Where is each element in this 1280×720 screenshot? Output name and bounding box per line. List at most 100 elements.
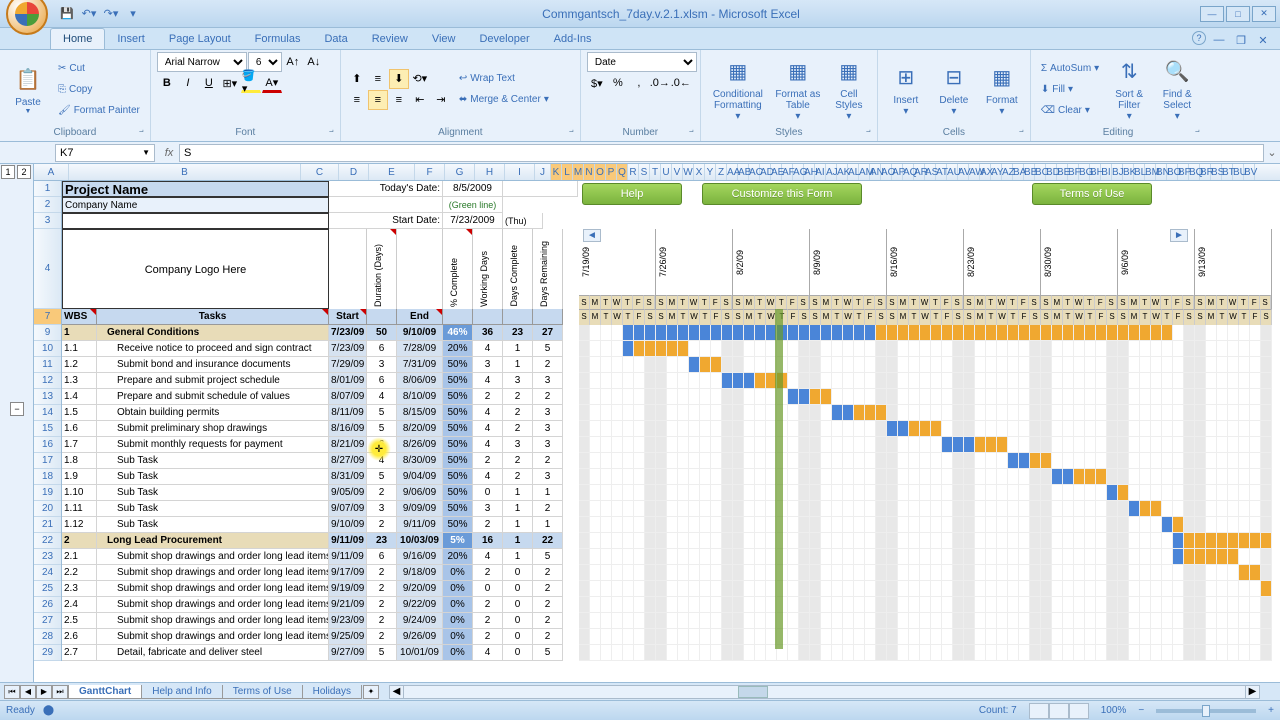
outline-level-2[interactable]: 2: [17, 165, 31, 179]
table-row[interactable]: 2.3 Submit shop drawings and order long …: [62, 581, 1280, 597]
macro-record-icon[interactable]: ⬤: [43, 705, 54, 716]
row-header-15[interactable]: 15: [34, 421, 61, 437]
format-painter-button[interactable]: 🖌Format Painter: [54, 100, 144, 120]
wrap-text-button[interactable]: ↩Wrap Text: [455, 69, 553, 89]
table-row[interactable]: 2.5 Submit shop drawings and order long …: [62, 613, 1280, 629]
sheet-tab-holidays[interactable]: Holidays: [302, 685, 362, 699]
logo-placeholder[interactable]: Company Logo Here: [62, 229, 329, 309]
row-header-20[interactable]: 20: [34, 501, 61, 517]
tab-home[interactable]: Home: [50, 28, 105, 49]
sheet-nav-first[interactable]: ⏮: [4, 685, 20, 699]
border-icon[interactable]: ⊞▾: [220, 73, 240, 93]
col-header-AM[interactable]: AM: [859, 164, 870, 180]
col-header-BS[interactable]: BS: [1211, 164, 1222, 180]
col-header-AG[interactable]: AG: [793, 164, 804, 180]
tab-addins[interactable]: Add-Ins: [542, 29, 604, 49]
help-button[interactable]: Help: [582, 183, 682, 205]
sort-filter-button[interactable]: ⇅Sort & Filter▾: [1107, 56, 1151, 122]
font-name-select[interactable]: Arial Narrow: [157, 52, 247, 72]
col-header-AZ[interactable]: AZ: [1002, 164, 1013, 180]
col-header-P[interactable]: P: [606, 164, 617, 180]
paste-button[interactable]: 📋 Paste▼: [6, 56, 50, 122]
col-header-AJ[interactable]: AJ: [826, 164, 837, 180]
page-layout-view-icon[interactable]: [1049, 703, 1069, 719]
qat-customize-icon[interactable]: ▾: [124, 5, 142, 23]
row-header-2[interactable]: 2: [34, 197, 61, 213]
col-header-X[interactable]: X: [694, 164, 705, 180]
redo-icon[interactable]: ↷▾: [102, 5, 120, 23]
sheet-tab-help[interactable]: Help and Info: [141, 685, 223, 699]
row-header-24[interactable]: 24: [34, 565, 61, 581]
col-header-BG[interactable]: BG: [1079, 164, 1090, 180]
table-row[interactable]: 2.2 Submit shop drawings and order long …: [62, 565, 1280, 581]
row-headers[interactable]: 1234791011121314151617181920212223242526…: [34, 181, 62, 661]
table-row[interactable]: 1.10 Sub Task 9/05/09 2 9/06/09 50% 0 1 …: [62, 485, 1280, 501]
normal-view-icon[interactable]: [1029, 703, 1049, 719]
col-header-AU[interactable]: AU: [947, 164, 958, 180]
outline-level-1[interactable]: 1: [1, 165, 15, 179]
undo-icon[interactable]: ↶▾: [80, 5, 98, 23]
conditional-formatting-button[interactable]: ▦Conditional Formatting▾: [707, 56, 769, 122]
delete-cells-button[interactable]: ⊟Delete▾: [932, 56, 976, 122]
start-date-value[interactable]: 7/23/2009: [443, 213, 503, 229]
doc-close-icon[interactable]: ✕: [1254, 31, 1272, 49]
decrease-decimal-icon[interactable]: .0←: [671, 73, 691, 93]
table-row[interactable]: 1.8 Sub Task 8/27/09 4 8/30/09 50% 2 2 2: [62, 453, 1280, 469]
col-header-K[interactable]: K: [551, 164, 562, 180]
col-header-AF[interactable]: AF: [782, 164, 793, 180]
scroll-right-icon[interactable]: ►: [1170, 229, 1188, 242]
table-row[interactable]: 2.7 Detail, fabricate and deliver steel …: [62, 645, 1280, 661]
decrease-indent-icon[interactable]: ⇤: [410, 90, 430, 110]
col-header-AN[interactable]: AN: [870, 164, 881, 180]
autosum-button[interactable]: ΣAutoSum▾: [1037, 58, 1103, 78]
col-header-AT[interactable]: AT: [936, 164, 947, 180]
align-top-icon[interactable]: ⬆: [347, 69, 367, 89]
col-header-C[interactable]: C: [301, 164, 339, 180]
col-header-W[interactable]: W: [683, 164, 694, 180]
fill-button[interactable]: ⬇Fill▾: [1037, 79, 1103, 99]
row-header-21[interactable]: 21: [34, 517, 61, 533]
zoom-out-icon[interactable]: −: [1138, 705, 1144, 716]
col-header-G[interactable]: G: [445, 164, 475, 180]
fill-color-icon[interactable]: 🪣▾: [241, 73, 261, 93]
col-header-BN[interactable]: BN: [1156, 164, 1167, 180]
table-row[interactable]: 1.7 Submit monthly requests for payment …: [62, 437, 1280, 453]
insert-cells-button[interactable]: ⊞Insert▾: [884, 56, 928, 122]
col-header-BC[interactable]: BC: [1035, 164, 1046, 180]
column-headers[interactable]: ABCDEFGHIJKLMNOPQRSTUVWXYZAAABACADAEAFAG…: [34, 164, 1280, 181]
col-header-L[interactable]: L: [562, 164, 573, 180]
col-header-T[interactable]: T: [650, 164, 661, 180]
tab-insert[interactable]: Insert: [105, 29, 157, 49]
col-header-U[interactable]: U: [661, 164, 672, 180]
row-header-14[interactable]: 14: [34, 405, 61, 421]
help-icon[interactable]: ?: [1192, 31, 1206, 45]
zoom-in-icon[interactable]: +: [1268, 705, 1274, 716]
row-header-12[interactable]: 12: [34, 373, 61, 389]
comma-icon[interactable]: ,: [629, 73, 649, 93]
col-header-AH[interactable]: AH: [804, 164, 815, 180]
sheet-nav-last[interactable]: ⏭: [52, 685, 68, 699]
format-as-table-button[interactable]: ▦Format as Table▾: [773, 56, 823, 122]
col-header-BM[interactable]: BM: [1145, 164, 1156, 180]
col-header-AC[interactable]: AC: [749, 164, 760, 180]
tab-formulas[interactable]: Formulas: [243, 29, 313, 49]
table-row[interactable]: 1.3 Prepare and submit project schedule …: [62, 373, 1280, 389]
doc-minimize-icon[interactable]: —: [1210, 31, 1228, 49]
table-row[interactable]: 1.2 Submit bond and insurance documents …: [62, 357, 1280, 373]
number-format-select[interactable]: Date: [587, 52, 697, 72]
col-header-Y[interactable]: Y: [705, 164, 716, 180]
outline-collapse[interactable]: −: [10, 402, 24, 416]
col-header-A[interactable]: A: [34, 164, 69, 180]
fx-button[interactable]: fx: [159, 147, 179, 159]
sheet-tab-ganttchart[interactable]: GanttChart: [68, 685, 142, 699]
doc-restore-icon[interactable]: ❐: [1232, 31, 1250, 49]
table-row[interactable]: 2.6 Submit shop drawings and order long …: [62, 629, 1280, 645]
col-header-BT[interactable]: BT: [1222, 164, 1233, 180]
col-header-AS[interactable]: AS: [925, 164, 936, 180]
grow-font-icon[interactable]: A↑: [283, 52, 303, 72]
cut-button[interactable]: ✂Cut: [54, 58, 144, 78]
maximize-button[interactable]: □: [1226, 6, 1250, 22]
table-row[interactable]: 2.1 Submit shop drawings and order long …: [62, 549, 1280, 565]
format-cells-button[interactable]: ▦Format▾: [980, 56, 1024, 122]
row-header-18[interactable]: 18: [34, 469, 61, 485]
